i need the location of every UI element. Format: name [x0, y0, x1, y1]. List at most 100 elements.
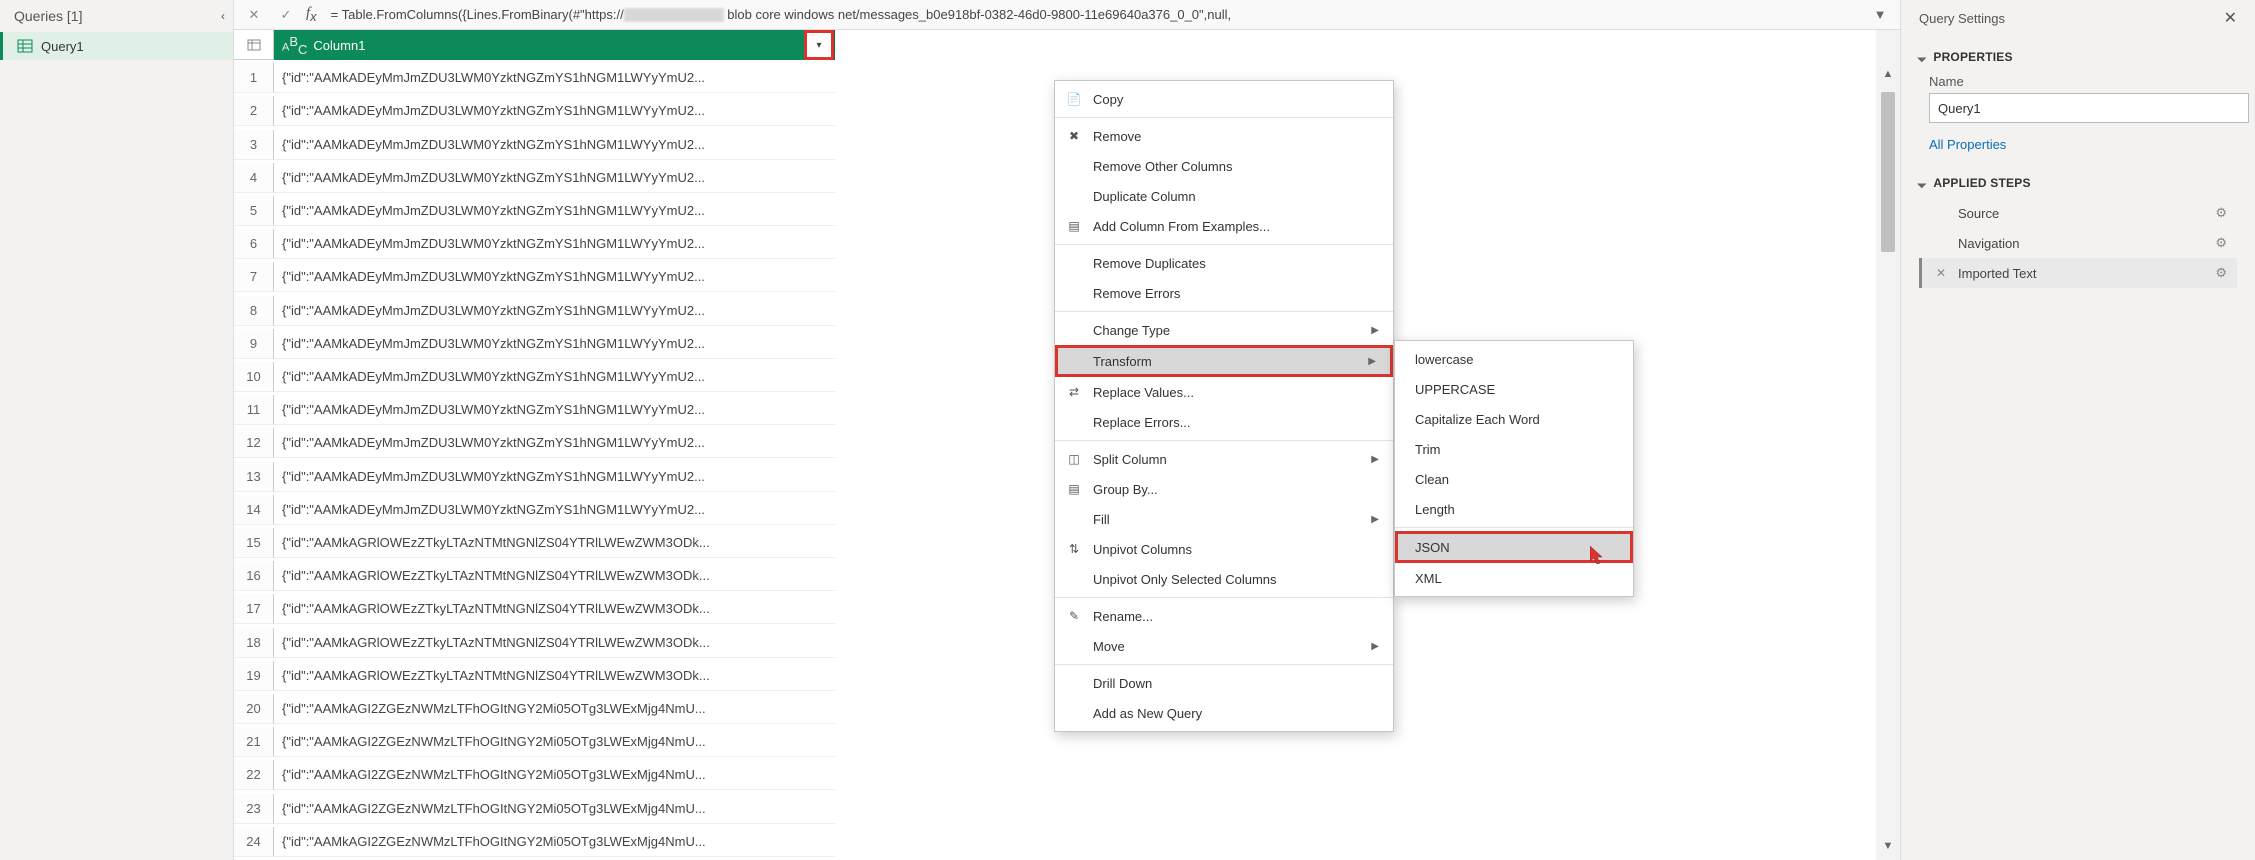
row-number[interactable]: 16 [234, 561, 274, 591]
data-cell[interactable]: {"id":"AAMkAGRlOWEzZTkyLTAzNTMtNGNlZS04Y… [274, 528, 835, 558]
menu-add-examples[interactable]: ▤Add Column From Examples... [1055, 211, 1393, 241]
row-number[interactable]: 5 [234, 196, 274, 226]
menu-duplicate[interactable]: Duplicate Column [1055, 181, 1393, 211]
data-cell[interactable]: {"id":"AAMkADEyMmJmZDU3LWM0YzktNGZmYS1hN… [274, 163, 835, 193]
row-number[interactable]: 1 [234, 63, 274, 93]
data-cell[interactable]: {"id":"AAMkAGRlOWEzZTkyLTAzNTMtNGNlZS04Y… [274, 661, 835, 691]
menu-move[interactable]: Move▶ [1055, 631, 1393, 661]
data-cell[interactable]: {"id":"AAMkADEyMmJmZDU3LWM0YzktNGZmYS1hN… [274, 362, 835, 392]
scroll-up-icon[interactable]: ▲ [1883, 60, 1894, 88]
row-number[interactable]: 23 [234, 794, 274, 824]
data-cell[interactable]: {"id":"AAMkADEyMmJmZDU3LWM0YzktNGZmYS1hN… [274, 196, 835, 226]
properties-section-title[interactable]: PROPERTIES [1919, 50, 2237, 64]
data-cell[interactable]: {"id":"AAMkADEyMmJmZDU3LWM0YzktNGZmYS1hN… [274, 63, 835, 93]
all-properties-link[interactable]: All Properties [1929, 137, 2237, 152]
menu-rename[interactable]: ✎Rename... [1055, 601, 1393, 631]
menu-replace-errors[interactable]: Replace Errors... [1055, 407, 1393, 437]
data-cell[interactable]: {"id":"AAMkAGI2ZGEzNWMzLTFhOGItNGY2Mi05O… [274, 727, 835, 757]
submenu-xml[interactable]: XML [1395, 563, 1633, 593]
gear-icon[interactable]: ⚙ [2215, 235, 2227, 251]
menu-add-query[interactable]: Add as New Query [1055, 698, 1393, 728]
submenu-lowercase[interactable]: lowercase [1395, 344, 1633, 374]
row-number[interactable]: 15 [234, 528, 274, 558]
column-header[interactable]: ABC Column1 ▾ [274, 30, 835, 60]
row-number[interactable]: 20 [234, 694, 274, 724]
vertical-scrollbar[interactable]: ▲ ▼ [1876, 30, 1900, 860]
formula-cancel-icon[interactable]: ✕ [242, 3, 266, 27]
row-number[interactable]: 4 [234, 163, 274, 193]
row-number[interactable]: 11 [234, 395, 274, 425]
menu-split-column[interactable]: ◫Split Column▶ [1055, 444, 1393, 474]
submenu-capitalize[interactable]: Capitalize Each Word [1395, 404, 1633, 434]
formula-expand-icon[interactable]: ▼ [1868, 3, 1892, 27]
row-number[interactable]: 2 [234, 96, 274, 126]
menu-unpivot[interactable]: ⇅Unpivot Columns [1055, 534, 1393, 564]
data-cell[interactable]: {"id":"AAMkAGRlOWEzZTkyLTAzNTMtNGNlZS04Y… [274, 628, 835, 658]
menu-drill-down[interactable]: Drill Down [1055, 668, 1393, 698]
data-cell[interactable]: {"id":"AAMkADEyMmJmZDU3LWM0YzktNGZmYS1hN… [274, 462, 835, 492]
gear-icon[interactable]: ⚙ [2215, 205, 2227, 221]
submenu-uppercase[interactable]: UPPERCASE [1395, 374, 1633, 404]
submenu-length[interactable]: Length [1395, 494, 1633, 524]
row-number[interactable]: 22 [234, 760, 274, 790]
row-number[interactable]: 6 [234, 229, 274, 259]
applied-steps-section-title[interactable]: APPLIED STEPS [1919, 176, 2237, 190]
menu-copy[interactable]: 📄Copy [1055, 84, 1393, 114]
data-cell[interactable]: {"id":"AAMkADEyMmJmZDU3LWM0YzktNGZmYS1hN… [274, 96, 835, 126]
formula-commit-icon[interactable]: ✓ [274, 3, 298, 27]
data-cell[interactable]: {"id":"AAMkAGI2ZGEzNWMzLTFhOGItNGY2Mi05O… [274, 760, 835, 790]
select-all-cell[interactable] [234, 30, 274, 60]
formula-input[interactable]: = Table.FromColumns({Lines.FromBinary(#"… [325, 7, 1860, 23]
data-cell[interactable]: {"id":"AAMkADEyMmJmZDU3LWM0YzktNGZmYS1hN… [274, 428, 835, 458]
menu-fill[interactable]: Fill▶ [1055, 504, 1393, 534]
collapse-icon[interactable]: ‹ [221, 9, 225, 23]
row-number[interactable]: 3 [234, 130, 274, 160]
data-cell[interactable]: {"id":"AAMkAGI2ZGEzNWMzLTFhOGItNGY2Mi05O… [274, 694, 835, 724]
data-cell[interactable]: {"id":"AAMkAGRlOWEzZTkyLTAzNTMtNGNlZS04Y… [274, 561, 835, 591]
scroll-down-icon[interactable]: ▼ [1883, 832, 1894, 860]
row-number[interactable]: 14 [234, 495, 274, 525]
delete-step-icon[interactable]: ✕ [1936, 266, 1946, 280]
submenu-trim[interactable]: Trim [1395, 434, 1633, 464]
applied-step[interactable]: ✕Imported Text⚙ [1919, 258, 2237, 288]
row-number[interactable]: 7 [234, 262, 274, 292]
data-cell[interactable]: {"id":"AAMkADEyMmJmZDU3LWM0YzktNGZmYS1hN… [274, 262, 835, 292]
row-number[interactable]: 21 [234, 727, 274, 757]
row-number[interactable]: 19 [234, 661, 274, 691]
menu-remove-other[interactable]: Remove Other Columns [1055, 151, 1393, 181]
close-icon[interactable]: ✕ [2224, 8, 2237, 28]
gear-icon[interactable]: ⚙ [2215, 265, 2227, 281]
data-cell[interactable]: {"id":"AAMkADEyMmJmZDU3LWM0YzktNGZmYS1hN… [274, 229, 835, 259]
row-number[interactable]: 17 [234, 594, 274, 624]
menu-transform[interactable]: Transform▶ [1055, 345, 1393, 377]
row-number[interactable]: 10 [234, 362, 274, 392]
query-name-input[interactable] [1929, 93, 2249, 123]
submenu-clean[interactable]: Clean [1395, 464, 1633, 494]
submenu-json[interactable]: JSON [1395, 531, 1633, 563]
data-cell[interactable]: {"id":"AAMkADEyMmJmZDU3LWM0YzktNGZmYS1hN… [274, 130, 835, 160]
menu-unpivot-selected[interactable]: Unpivot Only Selected Columns [1055, 564, 1393, 594]
applied-step[interactable]: Source⚙ [1919, 198, 2237, 228]
menu-remove-dup[interactable]: Remove Duplicates [1055, 248, 1393, 278]
applied-step[interactable]: Navigation⚙ [1919, 228, 2237, 258]
data-cell[interactable]: {"id":"AAMkADEyMmJmZDU3LWM0YzktNGZmYS1hN… [274, 395, 835, 425]
menu-remove[interactable]: ✖Remove [1055, 121, 1393, 151]
row-number[interactable]: 9 [234, 329, 274, 359]
data-cell[interactable]: {"id":"AAMkAGRlOWEzZTkyLTAzNTMtNGNlZS04Y… [274, 594, 835, 624]
data-cell[interactable]: {"id":"AAMkAGI2ZGEzNWMzLTFhOGItNGY2Mi05O… [274, 827, 835, 857]
data-cell[interactable]: {"id":"AAMkADEyMmJmZDU3LWM0YzktNGZmYS1hN… [274, 296, 835, 326]
data-cell[interactable]: {"id":"AAMkAGI2ZGEzNWMzLTFhOGItNGY2Mi05O… [274, 794, 835, 824]
data-cell[interactable]: {"id":"AAMkADEyMmJmZDU3LWM0YzktNGZmYS1hN… [274, 495, 835, 525]
fx-icon[interactable]: fx [306, 5, 317, 24]
menu-group-by[interactable]: ▤Group By... [1055, 474, 1393, 504]
row-number[interactable]: 24 [234, 827, 274, 857]
row-number[interactable]: 18 [234, 628, 274, 658]
scroll-thumb[interactable] [1881, 92, 1895, 252]
query-item[interactable]: Query1 [0, 32, 233, 60]
row-number[interactable]: 12 [234, 428, 274, 458]
menu-replace-values[interactable]: ⇄Replace Values... [1055, 377, 1393, 407]
menu-change-type[interactable]: Change Type▶ [1055, 315, 1393, 345]
row-number[interactable]: 8 [234, 296, 274, 326]
menu-remove-err[interactable]: Remove Errors [1055, 278, 1393, 308]
data-cell[interactable]: {"id":"AAMkADEyMmJmZDU3LWM0YzktNGZmYS1hN… [274, 329, 835, 359]
